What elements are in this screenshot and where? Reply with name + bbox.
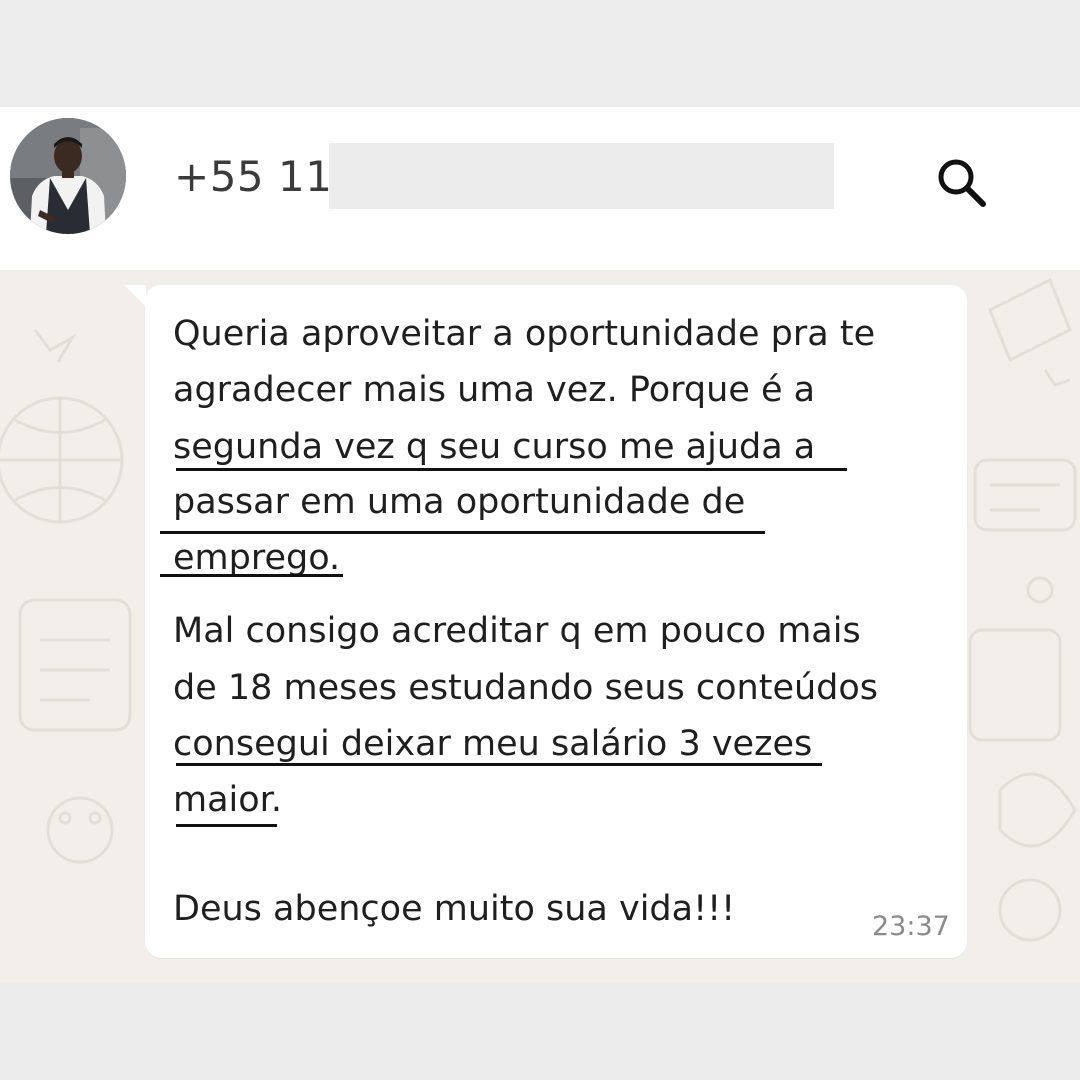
underline-mark — [176, 468, 847, 471]
underline-mark — [160, 574, 343, 577]
underline-mark — [176, 824, 277, 827]
top-band — [0, 0, 1080, 107]
contact-phone-number[interactable]: +55 11 — [174, 152, 332, 201]
message-timestamp: 23:37 — [872, 911, 950, 942]
underline-mark — [160, 531, 765, 534]
message-line-4: passar em uma oportunidade de — [173, 482, 746, 522]
message-line-6: Mal consigo acreditar q em pouco mais — [173, 611, 861, 651]
message-line-7: de 18 meses estudando seus conteúdos — [173, 668, 879, 708]
search-button[interactable] — [928, 150, 992, 214]
message-line-5: emprego. — [173, 538, 341, 578]
message-line-2: agradecer mais uma vez. Porque é a — [173, 370, 816, 410]
contact-avatar[interactable] — [10, 118, 126, 234]
message-line-3: segunda vez q seu curso me ajuda a — [173, 427, 816, 467]
underline-mark — [176, 763, 822, 766]
search-icon — [938, 159, 986, 207]
bottom-band — [0, 982, 1080, 1080]
message-line-8: consegui deixar meu salário 3 vezes — [173, 724, 813, 764]
avatar-photo-icon — [10, 118, 126, 234]
message-line-1: Queria aproveitar a oportunidade pra te — [173, 314, 876, 354]
message-line-9: maior. — [173, 780, 282, 820]
redacted-phone-digits — [329, 143, 834, 209]
bubble-tail — [124, 285, 146, 307]
message-line-10: Deus abençoe muito sua vida!!! — [173, 889, 736, 929]
